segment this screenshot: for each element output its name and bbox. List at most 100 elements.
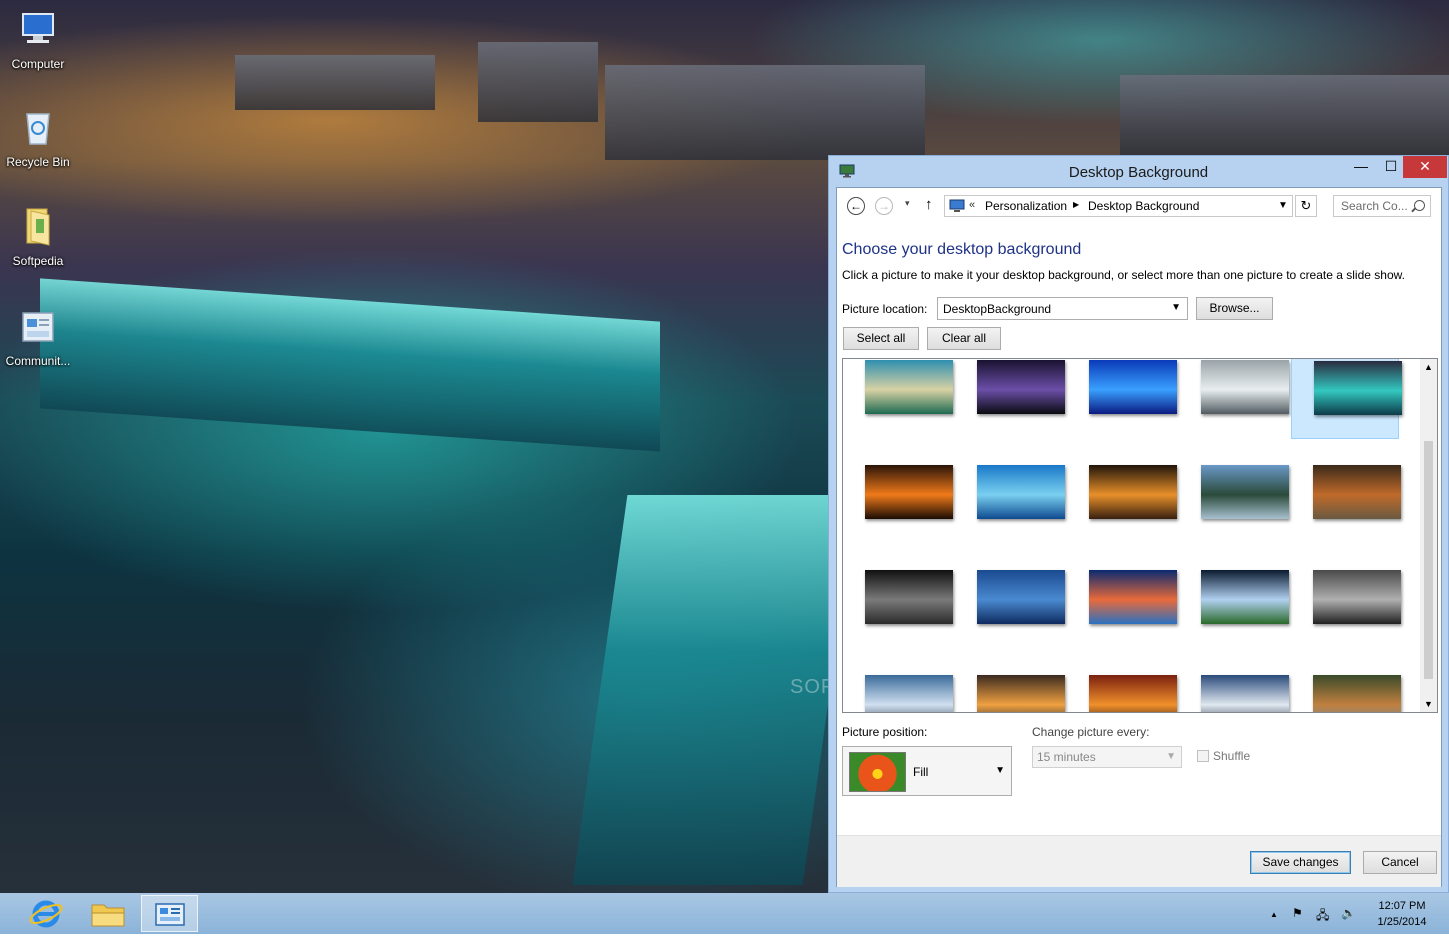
picture-position-label: Picture position:	[842, 725, 928, 739]
wallpaper-thumbnail[interactable]	[955, 462, 1065, 544]
select-all-button[interactable]: Select all	[843, 327, 919, 350]
wallpaper-thumbnail[interactable]	[1179, 359, 1289, 439]
wallpaper-thumbnail-image	[1313, 465, 1401, 519]
browse-button[interactable]: Browse...	[1196, 297, 1273, 320]
breadcrumb-personalization[interactable]: Personalization	[985, 199, 1067, 213]
navigation-bar: ← → ▾ ↑ « Personalization ▶ Desktop Back…	[837, 188, 1441, 224]
clock-time: 12:07 PM	[1378, 900, 1426, 912]
breadcrumb-separator-icon[interactable]: ▶	[1073, 200, 1079, 209]
back-button[interactable]: ←	[847, 197, 865, 215]
address-bar[interactable]: « Personalization ▶ Desktop Background ▼	[944, 195, 1293, 217]
desktop-icon-label: Communit...	[5, 354, 71, 368]
wallpaper-thumbnail[interactable]	[1291, 672, 1401, 712]
save-changes-button[interactable]: Save changes	[1250, 851, 1351, 874]
up-button[interactable]: ↑	[925, 196, 933, 213]
chevron-down-icon[interactable]: ▼	[1278, 200, 1288, 211]
clock-date: 1/25/2014	[1377, 916, 1427, 928]
wallpaper-thumbnail-image	[1201, 675, 1289, 712]
address-overflow-chevron[interactable]: «	[969, 199, 975, 211]
network-icon[interactable]: 🖧	[1316, 906, 1329, 927]
desktop-icon-label: Recycle Bin	[6, 155, 70, 169]
breadcrumb-desktop-background[interactable]: Desktop Background	[1088, 199, 1199, 213]
chevron-down-icon: ▼	[1171, 302, 1181, 313]
clear-all-button[interactable]: Clear all	[927, 327, 1001, 350]
action-center-flag-icon[interactable]: ⚑	[1292, 906, 1303, 920]
wallpaper-thumbnail[interactable]	[955, 672, 1065, 712]
wallpaper-thumbnail[interactable]	[1179, 462, 1289, 544]
recycle-bin-icon	[26, 113, 50, 145]
wallpaper-thumbnail-image	[1201, 360, 1289, 414]
wallpaper-detail	[235, 55, 435, 110]
desktop-icon-label: Computer	[11, 57, 65, 71]
wallpaper-thumbnail[interactable]	[1067, 567, 1177, 649]
wallpaper-thumbnail-image	[1313, 675, 1401, 712]
search-input[interactable]: Search Co...	[1333, 195, 1431, 217]
scrollbar-thumb[interactable]	[1424, 441, 1433, 679]
wallpaper-thumbnail-image	[977, 360, 1065, 414]
scroll-up-icon[interactable]: ▲	[1420, 362, 1437, 372]
wallpaper-thumbnail[interactable]	[843, 462, 953, 544]
recent-locations-dropdown[interactable]: ▾	[905, 198, 910, 209]
desktop-icon-community[interactable]: Communit...	[0, 305, 76, 368]
picture-location-select[interactable]: DesktopBackground ▼	[937, 297, 1188, 320]
wallpaper-detail	[1120, 75, 1449, 155]
change-picture-value: 15 minutes	[1037, 750, 1096, 764]
picture-position-value: Fill	[913, 765, 929, 779]
wallpaper-thumbnail[interactable]	[955, 359, 1065, 439]
wallpaper-thumbnail-image	[865, 465, 953, 519]
show-hidden-icons-button[interactable]: ▲	[1270, 910, 1278, 919]
volume-icon[interactable]: 🔈	[1341, 906, 1356, 920]
wallpaper-thumbnail[interactable]	[843, 672, 953, 712]
desktop-icon-computer[interactable]: Computer	[0, 8, 76, 71]
taskbar	[0, 893, 1449, 934]
page-description: Click a picture to make it your desktop …	[842, 268, 1405, 282]
wallpaper-thumbnail[interactable]	[1179, 672, 1289, 712]
change-picture-select[interactable]: 15 minutes ▼	[1032, 746, 1182, 768]
picture-position-select[interactable]: Fill ▼	[842, 746, 1012, 796]
wallpaper-thumbnail-image	[865, 675, 953, 712]
wallpaper-thumbnail-image	[1089, 465, 1177, 519]
close-button[interactable]: ✕	[1403, 156, 1447, 178]
title-bar[interactable]: Desktop Background — ☐ ✕	[829, 156, 1448, 188]
taskbar-clock[interactable]: 12:07 PM 1/25/2014	[1362, 898, 1442, 930]
wallpaper-thumbnail[interactable]	[1067, 462, 1177, 544]
window-content: ← → ▾ ↑ « Personalization ▶ Desktop Back…	[836, 187, 1442, 887]
wallpaper-thumbnail-image	[865, 570, 953, 624]
gallery-scrollbar[interactable]: ▲ ▼	[1420, 359, 1437, 712]
shuffle-checkbox[interactable]	[1197, 750, 1209, 762]
desktop-background-window: Desktop Background — ☐ ✕ ← → ▾ ↑ « Perso…	[828, 155, 1449, 893]
folder-icon	[26, 208, 50, 246]
wallpaper-thumbnail[interactable]	[1179, 567, 1289, 649]
wallpaper-thumbnail[interactable]	[843, 567, 953, 649]
refresh-button[interactable]: ↻	[1295, 195, 1317, 217]
desktop-icon-recycle-bin[interactable]: Recycle Bin	[0, 106, 76, 169]
wallpaper-thumbnail[interactable]	[1291, 567, 1401, 649]
page-title: Choose your desktop background	[842, 241, 1082, 258]
wallpaper-thumbnail[interactable]	[1067, 359, 1177, 439]
cancel-button[interactable]: Cancel	[1363, 851, 1437, 874]
wallpaper-waterfall	[40, 278, 660, 452]
maximize-button[interactable]: ☐	[1377, 156, 1405, 178]
wallpaper-thumbnail-image	[1089, 570, 1177, 624]
wallpaper-thumbnail[interactable]	[1291, 462, 1401, 544]
taskbar-control-panel[interactable]	[141, 895, 198, 932]
wallpaper-thumbnail-image	[1313, 570, 1401, 624]
wallpaper-thumbnail-image	[977, 570, 1065, 624]
shuffle-label: Shuffle	[1213, 749, 1251, 763]
minimize-button[interactable]: —	[1347, 156, 1375, 178]
scroll-down-icon[interactable]: ▼	[1420, 699, 1437, 709]
wallpaper-thumbnail[interactable]	[955, 567, 1065, 649]
taskbar-internet-explorer[interactable]	[18, 895, 75, 932]
search-icon[interactable]	[1414, 200, 1425, 211]
position-preview-image	[849, 752, 906, 792]
taskbar-file-explorer[interactable]	[80, 895, 137, 932]
folder-icon	[91, 904, 125, 927]
internet-explorer-icon	[29, 900, 63, 928]
monitor-icon	[949, 199, 965, 212]
picture-gallery: ▲ ▼	[842, 358, 1438, 713]
desktop-icon-softpedia[interactable]: Softpedia	[0, 205, 76, 268]
wallpaper-thumbnail[interactable]	[1291, 359, 1402, 439]
wallpaper-thumbnail[interactable]	[843, 359, 953, 439]
wallpaper-thumbnail[interactable]	[1067, 672, 1177, 712]
forward-button[interactable]: →	[875, 197, 893, 215]
